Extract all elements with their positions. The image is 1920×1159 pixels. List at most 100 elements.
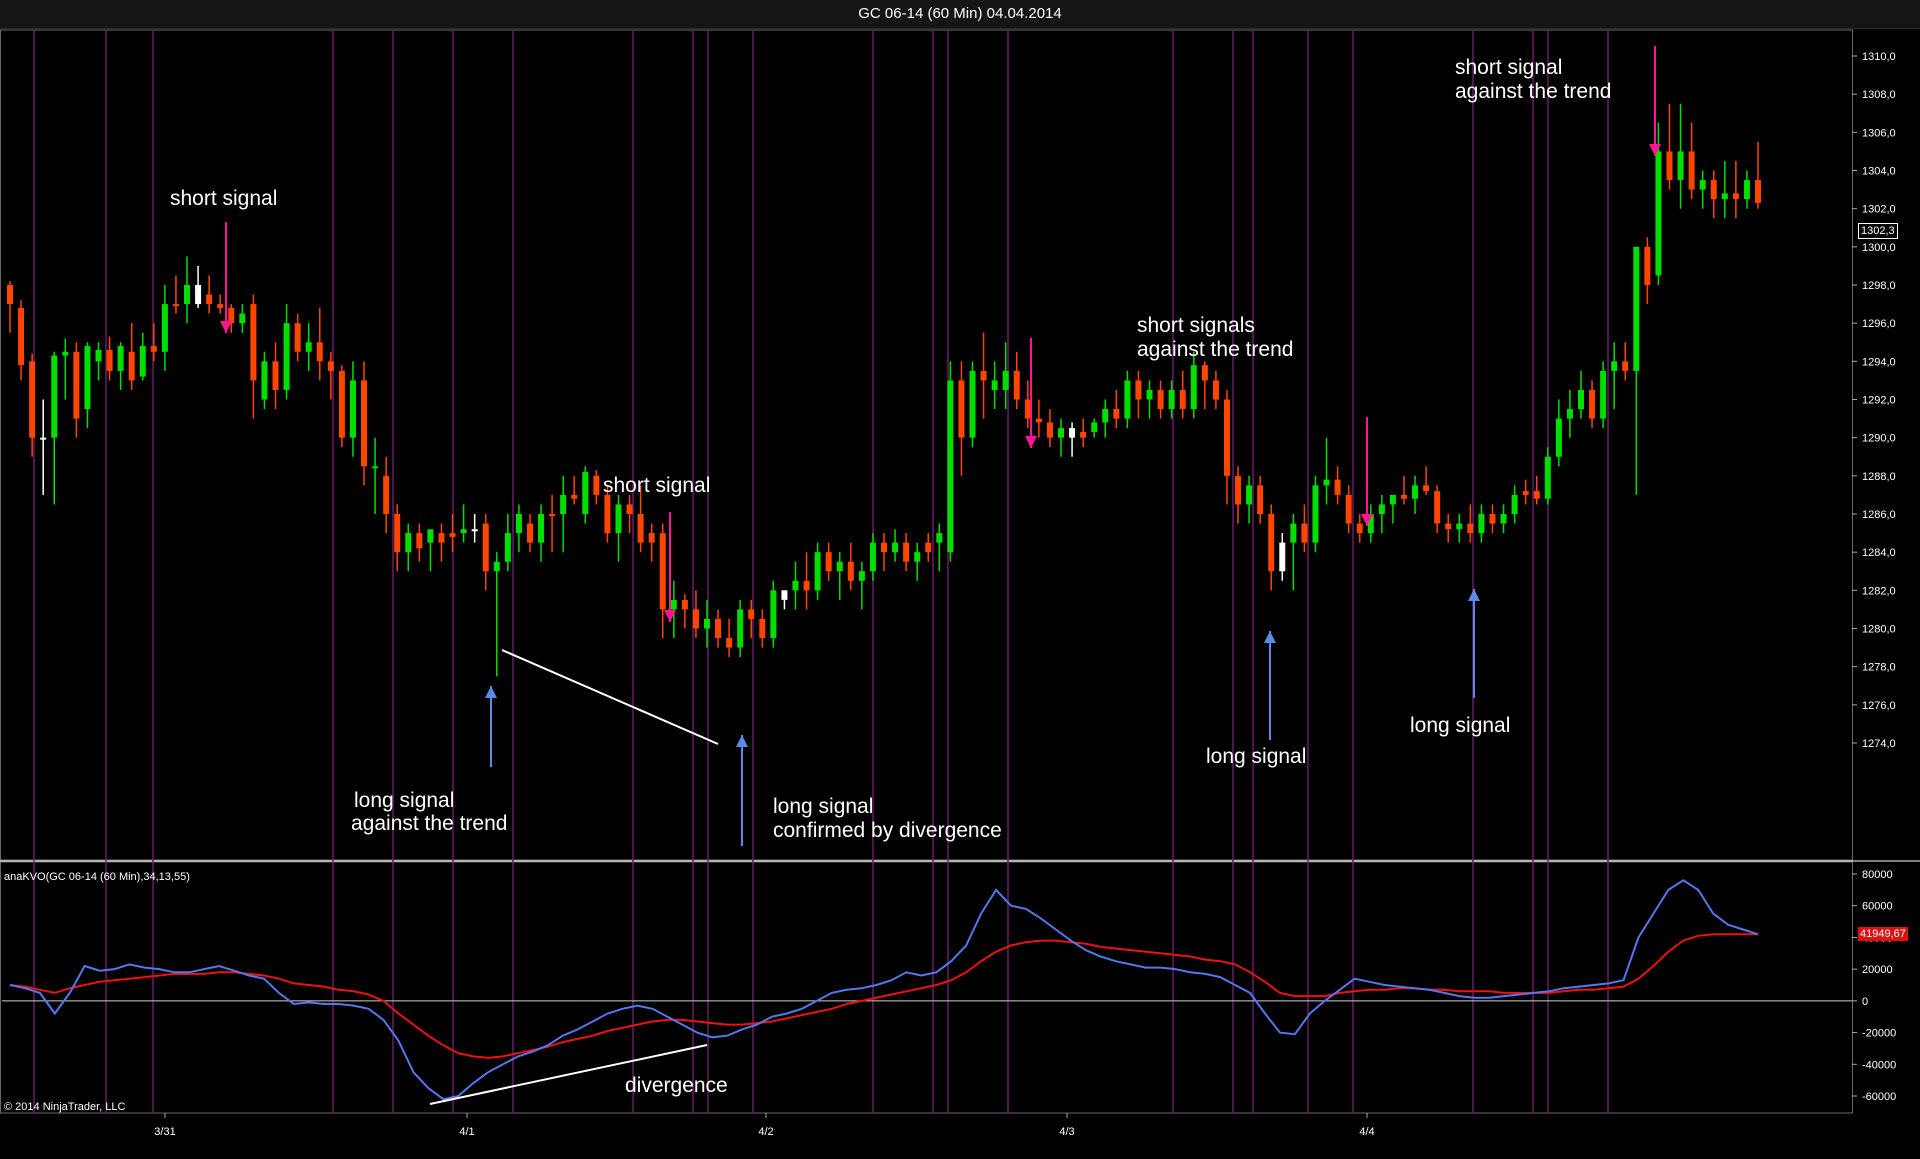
- price-chart[interactable]: 1274,0 1276,0 1278,0 1280,0 1282,0 1284,0 1286…: [0, 28, 1920, 1159]
- candle-body-90: [1002, 370, 1009, 390]
- candle-body-100: [1113, 409, 1120, 419]
- candle-body-18: [206, 294, 213, 305]
- candle-body-2: [29, 361, 36, 438]
- price-tick-label-0: 1274,0: [1862, 738, 1896, 750]
- candle-body-78: [869, 542, 876, 572]
- candle-body-20: [228, 307, 235, 324]
- price-tick-label-11: 1296,0: [1862, 318, 1896, 330]
- price-tick-label-7: 1288,0: [1862, 471, 1896, 483]
- price-tick-label-4: 1282,0: [1862, 585, 1896, 597]
- candle-body-94: [1046, 422, 1053, 438]
- candle-body-104: [1157, 389, 1164, 410]
- candle-body-65: [726, 638, 733, 648]
- candle-body-32: [361, 380, 368, 467]
- candle-body-91: [1013, 370, 1020, 400]
- window-title: GC 06-14 (60 Min) 04.04.2014: [0, 0, 1920, 29]
- date-tick-label-3: 4/3: [1059, 1126, 1074, 1138]
- indicator-tick-label-0: 80000: [1862, 869, 1893, 881]
- candle-body-151: [1677, 151, 1684, 181]
- candle-body-128: [1423, 485, 1430, 492]
- candle-body-21: [239, 313, 246, 324]
- candle-body-130: [1445, 523, 1452, 530]
- date-tick-label-0: 3/31: [154, 1126, 175, 1138]
- candle-body-47: [526, 523, 533, 543]
- annotation-divergence: divergence: [625, 1074, 728, 1097]
- candle-body-119: [1323, 479, 1330, 486]
- candle-body-14: [161, 304, 168, 352]
- candle-body-73: [814, 552, 821, 591]
- candle-body-3: [40, 437, 47, 440]
- candle-body-1: [18, 307, 25, 366]
- candle-body-146: [1622, 361, 1629, 371]
- candle-body-64: [715, 618, 722, 639]
- candle-body-67: [748, 609, 755, 619]
- candle-body-138: [1533, 491, 1540, 499]
- candle-body-55: [615, 504, 622, 534]
- candle-body-4: [51, 355, 58, 438]
- candle-body-118: [1312, 485, 1319, 543]
- candle-body-68: [759, 618, 766, 639]
- candle-body-61: [681, 599, 688, 610]
- candle-body-141: [1566, 409, 1573, 419]
- candle-body-0: [7, 285, 13, 305]
- price-tick-label-18: 1310,0: [1862, 51, 1896, 63]
- long-arrow-4-head: [1468, 589, 1480, 601]
- candle-body-153: [1699, 180, 1706, 190]
- candle-body-81: [903, 542, 910, 562]
- candle-body-116: [1290, 523, 1297, 543]
- candle-body-105: [1168, 389, 1175, 410]
- candle-body-57: [637, 514, 644, 543]
- annotation-long-signal-1-line1: long signal: [354, 789, 455, 812]
- candle-body-22: [250, 304, 257, 381]
- annotation-short-signals-3-line2: against the trend: [1137, 338, 1294, 361]
- candle-body-85: [947, 380, 954, 553]
- candle-body-52: [582, 472, 589, 514]
- price-tick-label-12: 1298,0: [1862, 280, 1896, 292]
- candle-body-107: [1190, 365, 1197, 410]
- candle-body-93: [1035, 418, 1042, 423]
- candle-body-39: [438, 533, 445, 543]
- indicator-tick-label-4: 0: [1862, 996, 1868, 1008]
- candle-body-35: [394, 514, 401, 553]
- candle-body-79: [881, 542, 887, 553]
- candle-body-111: [1235, 475, 1242, 505]
- candle-body-126: [1400, 494, 1407, 499]
- kvo-line: [9, 879, 1759, 1101]
- candle-body-158: [1755, 180, 1761, 203]
- candle-body-58: [648, 533, 655, 543]
- candle-body-25: [283, 323, 290, 390]
- candle-body-142: [1577, 389, 1584, 410]
- long-arrow-2-head: [736, 735, 748, 747]
- divergence-line-price: [501, 649, 719, 745]
- candle-body-109: [1212, 380, 1219, 400]
- candle-body-51: [571, 494, 578, 499]
- date-tick-label-4: 4/4: [1359, 1126, 1374, 1138]
- candle-body-66: [737, 609, 744, 648]
- candle-body-19: [217, 304, 224, 308]
- copyright-label: © 2014 NinjaTrader, LLC: [4, 1101, 126, 1113]
- annotation-long-signal-1-line2: against the trend: [351, 812, 508, 835]
- candle-body-63: [703, 618, 710, 629]
- candle-body-41: [460, 529, 467, 534]
- candle-body-40: [449, 533, 456, 537]
- candle-body-92: [1024, 399, 1031, 419]
- candle-body-117: [1301, 523, 1308, 543]
- indicator-tick-label-1: 60000: [1862, 901, 1893, 913]
- candle-body-129: [1434, 491, 1441, 524]
- candle-body-27: [305, 342, 312, 352]
- price-tick-label-14: 1302,0: [1862, 204, 1896, 216]
- candle-body-13: [150, 346, 157, 352]
- candle-body-5: [62, 351, 69, 356]
- annotation-short-signal-4-line1: short signal: [1455, 56, 1563, 79]
- chart-window: GC 06-14 (60 Min) 04.04.2014 1274,0 1276,…: [0, 0, 1920, 1159]
- candle-body-23: [261, 361, 268, 400]
- candle-body-7: [84, 346, 91, 410]
- candle-body-136: [1511, 494, 1518, 514]
- long-arrow-1-head: [485, 686, 497, 698]
- candle-body-50: [560, 494, 567, 514]
- candle-body-48: [538, 514, 545, 543]
- candle-body-127: [1412, 485, 1419, 499]
- indicator-tick-label-5: -20000: [1862, 1028, 1896, 1040]
- candle-body-148: [1644, 246, 1651, 285]
- candle-body-30: [338, 370, 345, 438]
